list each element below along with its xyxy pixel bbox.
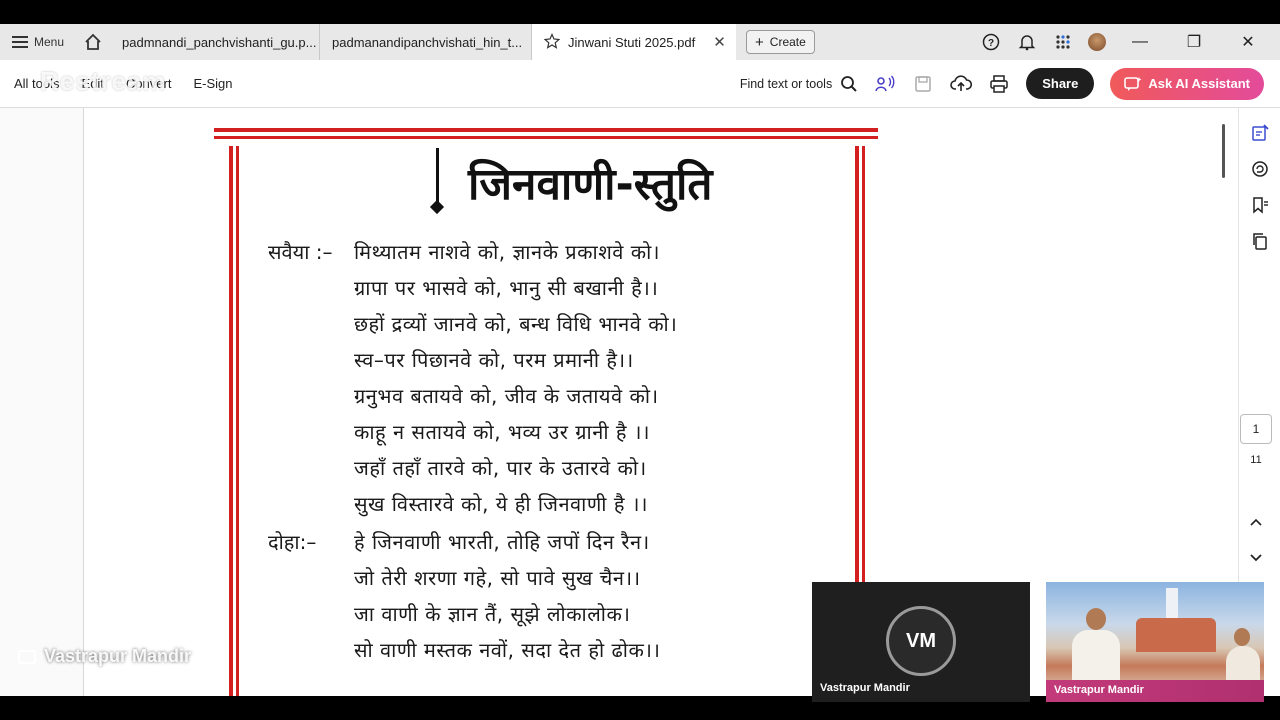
chevron-up-icon[interactable] <box>1240 514 1272 529</box>
search-icon <box>841 75 857 92</box>
share-button[interactable]: Share <box>1026 68 1095 99</box>
border-left-rule <box>229 146 233 696</box>
bookmark-icon[interactable] <box>1249 194 1271 216</box>
user-avatar[interactable] <box>1088 33 1106 51</box>
document-title: जिनवाणी-स्तुति <box>468 159 713 210</box>
participant-name: Vastrapur Mandir <box>820 682 910 694</box>
tab-bar: Menu padmnandi_panchvishanti_gu.p... pad… <box>0 24 1280 60</box>
verse-line: जो तेरी शरणा गहे, सो पावे सुख चैन।। <box>354 566 641 590</box>
current-page-input[interactable]: 1 <box>1240 414 1272 444</box>
tab-title: padmanandipanchvishati_hin_t... <box>332 34 523 50</box>
ai-assistant-icon <box>1124 76 1142 91</box>
restore-icon[interactable]: ❐ <box>1174 32 1214 52</box>
verse-line: हे जिनवाणी भारती, तोहि जपों दिन रैन। <box>354 530 650 554</box>
star-icon[interactable] <box>543 32 561 52</box>
svg-text:?: ? <box>988 38 994 49</box>
source-label-text: Vastrapur Mandir <box>44 646 192 666</box>
source-label: Vastrapur Mandir <box>18 646 191 667</box>
verse-line: सुख विस्तारवे को, ये ही जिनवाणी है ।। <box>354 492 648 516</box>
menu-button[interactable]: Menu <box>0 24 76 60</box>
verse-line: ग्रापा पर भासवे को, भानु सी बखानी है।। <box>354 276 659 300</box>
verse-line: मिथ्यातम नाशवे को, ज्ञानके प्रकाशवे को। <box>354 240 660 264</box>
menu-label: Menu <box>34 35 65 49</box>
home-icon[interactable] <box>76 24 110 60</box>
ai-label: Ask AI Assistant <box>1148 76 1250 91</box>
doha-label: दोहा:– <box>268 530 317 554</box>
temple-image <box>1136 618 1216 652</box>
video-tile-initials[interactable]: VM Vastrapur Mandir <box>812 582 1030 702</box>
participant-avatar: VM <box>886 606 956 676</box>
minimize-icon[interactable]: — <box>1120 33 1160 51</box>
video-tile-camera[interactable]: Vastrapur Mandir <box>1046 582 1264 702</box>
create-button[interactable]: + Create <box>746 30 815 54</box>
border-left-rule-inner <box>236 146 239 696</box>
save-icon[interactable] <box>912 73 934 95</box>
find-tools-button[interactable]: Find text or tools <box>740 75 858 93</box>
bell-icon[interactable] <box>1016 31 1038 53</box>
help-icon[interactable]: ? <box>980 31 1002 53</box>
tab-title: padmnandi_panchvishanti_gu.p... <box>122 34 317 50</box>
tab-title: Jinwani Stuti 2025.pdf <box>568 34 696 50</box>
hamburger-icon <box>12 36 28 48</box>
close-window-icon[interactable]: ✕ <box>1228 32 1268 52</box>
apps-grid-icon[interactable] <box>1052 31 1074 53</box>
copy-pages-icon[interactable] <box>1249 230 1271 252</box>
verse-line: काहू न सतायवे को, भव्य उर ग्रानी है ।। <box>354 420 650 444</box>
ask-ai-assistant-button[interactable]: Ask AI Assistant <box>1110 67 1264 100</box>
edit-pdf-icon[interactable] <box>1249 122 1271 144</box>
tab-jinwani-stuti[interactable]: Jinwani Stuti 2025.pdf ✕ <box>532 24 737 60</box>
restream-watermark: Restream <box>40 66 167 96</box>
left-gutter <box>0 108 84 696</box>
title-ornament-diamond <box>429 199 445 215</box>
savaiya-label: सवैया :– <box>268 240 333 264</box>
total-pages: 11 <box>1250 454 1262 466</box>
read-aloud-icon[interactable] <box>874 73 896 95</box>
close-tab-icon[interactable]: ✕ <box>713 33 726 51</box>
create-label: Create <box>769 35 806 49</box>
verse-line: ग्रनुभव बतायवे को, जीव के जतायवे को। <box>354 384 659 408</box>
cloud-upload-icon[interactable] <box>950 73 973 95</box>
tab-padmanandi-hin[interactable]: padmanandipanchvishati_hin_t... <box>320 24 533 60</box>
verse-line: जा वाणी के ज्ञान तैं, सूझे लोकालोक। <box>354 602 631 626</box>
verse-line: सो वाणी मस्तक नवों, सदा देत हो ढोक।। <box>354 638 661 662</box>
title-ornament-line <box>436 148 439 204</box>
border-top-rule-inner <box>214 136 878 139</box>
comment-icon[interactable] <box>1249 158 1271 180</box>
verse-line: स्व–पर पिछानवे को, परम प्रमानी है।। <box>354 348 634 372</box>
monitor-icon <box>18 649 36 664</box>
find-label: Find text or tools <box>739 76 833 91</box>
tab-padmnandi-gu[interactable]: padmnandi_panchvishanti_gu.p... <box>110 24 321 60</box>
vertical-scrollbar[interactable] <box>1222 124 1225 178</box>
verse-line: छहों द्रव्यों जानवे को, बन्ध विधि भानवे … <box>354 312 678 336</box>
toolbar: All tools Edit Convert E-Sign Find text … <box>0 60 1280 108</box>
plus-icon: + <box>755 33 764 51</box>
verse-line: जहाँ तहाँ तारवे को, पार के उतारवे को। <box>354 456 647 480</box>
participant-name: Vastrapur Mandir <box>1054 684 1144 696</box>
border-top-rule <box>214 128 878 132</box>
print-icon[interactable] <box>988 73 1010 95</box>
chevron-down-icon[interactable] <box>1240 550 1272 565</box>
menu-esign[interactable]: E-Sign <box>185 76 240 91</box>
